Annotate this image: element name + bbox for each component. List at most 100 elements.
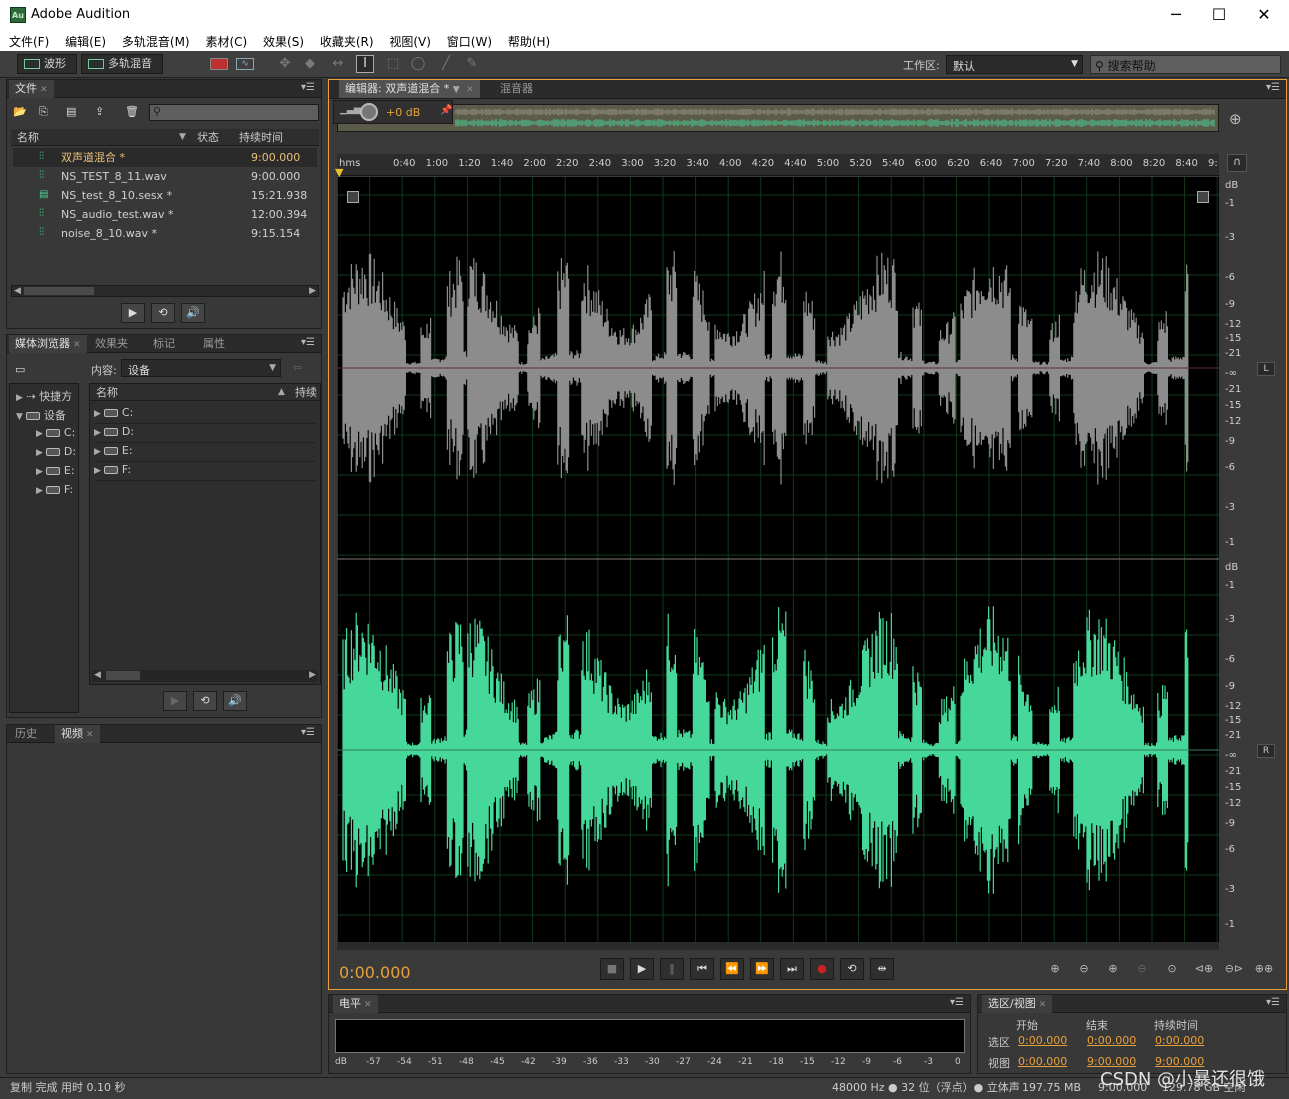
zoom-navigator-icon[interactable]: ⊕ [1229,110,1242,128]
lasso-tool-icon[interactable]: ◯ [410,56,426,72]
zoom-in-point-icon[interactable]: ⊲⊕ [1192,962,1216,980]
fade-in-handle-icon[interactable] [347,191,359,203]
maximize-icon[interactable]: ☐ [1203,4,1235,26]
selection-start[interactable]: 0:00.000 [1018,1034,1067,1047]
pause-button[interactable]: ‖ [660,958,684,980]
file-row[interactable]: ⫶⫶ NS_audio_test.wav * 12:00.394 [13,205,317,224]
menu-clip[interactable]: 素材(C) [205,33,247,50]
close-icon[interactable]: ✕ [1039,1000,1047,1010]
minimize-icon[interactable]: ─ [1160,4,1192,26]
list-item[interactable]: ▶ C: [94,406,316,424]
gain-knob[interactable] [360,103,378,121]
slip-tool-icon[interactable]: ↔ [330,56,346,72]
marquee-tool-icon[interactable]: ⬚ [385,56,401,72]
zoom-in-amplitude-icon[interactable]: ⊕ [1043,962,1067,980]
zoom-out-time-icon[interactable]: ⊖ [1130,962,1154,980]
menu-favorites[interactable]: 收藏夹(R) [320,33,374,50]
play-preview-button[interactable]: ▶ [121,303,145,323]
panel-menu-icon[interactable]: ▾☰ [301,82,315,93]
move-tool-icon[interactable]: ✥ [277,56,293,72]
spectral-display-icon[interactable] [210,58,228,70]
pitch-display-icon[interactable]: ∿ [236,58,254,70]
file-row[interactable]: ▤ NS_test_8_10.sesx * 15:21.938 [13,186,317,205]
close-icon[interactable]: ✕ [73,340,81,350]
back-arrow-icon[interactable]: ⇦ [293,361,302,374]
tab-effects-rack[interactable]: 效果夹 [89,335,134,353]
tab-editor[interactable]: 编辑器: 双声道混合 * ▼ ✕ [339,80,480,98]
waveform-view-button[interactable]: 波形 [17,54,77,74]
current-time-display[interactable]: 0:00.000 [339,963,411,982]
razor-tool-icon[interactable]: ◆ [302,56,318,72]
zoom-selection-icon[interactable]: ⊕⊕ [1252,962,1276,980]
new-file-icon[interactable]: ▤ [66,105,76,118]
horizontal-scrollbar[interactable]: ◀ ▶ [92,670,318,682]
tree-shortcuts[interactable]: ▶ ⇢ 快捷方 [16,388,72,404]
fast-forward-button[interactable]: ⏩ [750,958,774,980]
list-item[interactable]: ▶ D: [94,425,316,443]
fade-out-handle-icon[interactable] [1197,191,1209,203]
tab-markers[interactable]: 标记 [147,335,181,353]
loop-preview-button[interactable]: ⟲ [151,303,175,323]
view-start[interactable]: 0:00.000 [1018,1055,1067,1068]
zoom-full-icon[interactable]: ⊙ [1160,962,1184,980]
selection-duration[interactable]: 0:00.000 [1155,1034,1204,1047]
zoom-in-time-icon[interactable]: ⊕ [1101,962,1125,980]
multitrack-view-button[interactable]: 多轨混音 [81,54,163,74]
play-button[interactable]: ▶ [630,958,654,980]
tab-media-browser[interactable]: 媒体浏览器 ✕ [9,335,87,353]
panel-menu-icon[interactable]: ▾☰ [301,727,315,738]
scroll-left-icon[interactable]: ◀ [14,286,21,296]
record-button[interactable]: ● [810,958,834,980]
selection-end[interactable]: 0:00.000 [1087,1034,1136,1047]
view-end[interactable]: 9:00.000 [1087,1055,1136,1068]
time-selection-tool-icon[interactable]: I [356,55,374,73]
previous-button[interactable]: ⏮ [690,958,714,980]
zoom-out-point-icon[interactable]: ⊖⊳ [1222,962,1246,980]
menu-window[interactable]: 窗口(W) [447,33,492,50]
brush-tool-icon[interactable]: ╱ [438,56,454,72]
overview-navigator[interactable] [337,104,1219,132]
column-name[interactable]: 名称 [17,129,39,146]
waveform-display[interactable] [337,177,1219,942]
list-item[interactable]: ▶ F: [94,463,316,481]
tab-levels[interactable]: 电平 ✕ [333,995,378,1013]
workspace-select[interactable]: 默认 ▼ [946,55,1083,74]
tab-history[interactable]: 历史 [9,725,43,743]
tree-drive-c[interactable]: ▶ C: [36,426,75,439]
next-button[interactable]: ⏭ [780,958,804,980]
time-ruler[interactable]: hms 0:40 1:00 1:20 1:40 2:00 2:20 2:40 3:00 3:20 3… [337,154,1219,176]
help-search-input[interactable]: ⚲ 搜索帮助 [1090,55,1281,74]
hud-gain[interactable]: ▁▃▅ +0 dB 📌 [333,100,453,124]
tree-drive-d[interactable]: ▶ D: [36,445,76,458]
close-icon[interactable]: ✕ [364,1000,372,1010]
file-row[interactable]: ⫶⫶ noise_8_10.wav * 9:15.154 [13,224,317,243]
menu-effects[interactable]: 效果(S) [263,33,304,50]
delete-icon[interactable]: 🗑 [125,105,139,118]
tree-devices[interactable]: ▼ 设备 [16,407,66,423]
file-row[interactable]: ⫶⫶ NS_TEST_8_11.wav 9:00.000 [13,167,317,186]
list-item[interactable]: ▶ E: [94,444,316,462]
channel-left-toggle[interactable]: L [1257,362,1275,376]
autoplay-button[interactable]: 🔊 [223,691,247,711]
panel-menu-icon[interactable]: ▾☰ [950,997,964,1008]
channel-right-toggle[interactable]: R [1257,744,1275,758]
tab-video[interactable]: 视频 ✕ [55,725,100,743]
horizontal-scrollbar[interactable] [337,942,1219,950]
content-select[interactable]: 设备 ▼ [121,359,281,377]
close-icon[interactable]: ✕ [40,85,48,95]
tab-properties[interactable]: 属性 [197,335,231,353]
import-icon[interactable]: ⎘ [39,105,48,119]
stop-button[interactable]: ■ [600,958,624,980]
horizontal-scrollbar[interactable]: ◀ ▶ [11,285,319,297]
panel-menu-icon[interactable]: ▾☰ [1266,82,1280,93]
panel-menu-icon[interactable]: ▾☰ [1266,997,1280,1008]
file-row[interactable]: ⫶⫶ 双声道混合 * 9:00.000 [13,148,317,167]
menu-multitrack[interactable]: 多轨混音(M) [122,33,190,50]
headphone-icon[interactable]: ∩ [1227,154,1247,172]
column-status[interactable]: 状态 [197,129,219,146]
tree-drive-f[interactable]: ▶ F: [36,483,73,496]
open-file-icon[interactable]: 📂 [13,105,27,118]
drive-view-icon[interactable]: ▭ [15,363,25,376]
loop-playback-button[interactable]: ⟲ [840,958,864,980]
panel-menu-icon[interactable]: ▾☰ [301,337,315,348]
